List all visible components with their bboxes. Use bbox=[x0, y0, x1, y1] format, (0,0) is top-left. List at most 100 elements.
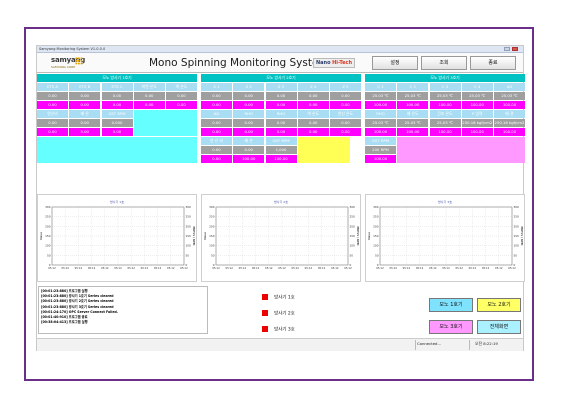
setpoint-value: 0.00 bbox=[330, 128, 361, 136]
search-button[interactable]: 조회 bbox=[421, 56, 467, 70]
settings-button[interactable]: 설정 bbox=[372, 56, 418, 70]
column-header: 배 온 bbox=[69, 110, 101, 118]
x-tick-label: 05:12 bbox=[416, 266, 424, 270]
chart-title: 방사기 1호 bbox=[110, 200, 124, 204]
reading-value: 25.03 ℃ bbox=[397, 92, 429, 100]
column-header: 건조 온도 bbox=[429, 110, 461, 118]
y-tick-label: 200 bbox=[514, 224, 520, 228]
y-tick-label: 300 bbox=[373, 205, 379, 209]
x-tick-label: 05:12 bbox=[442, 266, 450, 270]
reading-value: 0.00 bbox=[233, 146, 265, 154]
panel-title: 모노 방사기 2호기 bbox=[201, 74, 361, 82]
setpoint-value: 100.00 bbox=[365, 101, 396, 109]
reading-value: 0.00 bbox=[133, 92, 165, 100]
app-title: Mono Spinning Monitoring System bbox=[149, 57, 329, 69]
y-tick-label: 250 bbox=[514, 215, 520, 219]
y-tick-label: 250 bbox=[209, 215, 215, 219]
status-area-pink bbox=[397, 137, 525, 163]
setpoint-value: 0.00 bbox=[37, 128, 68, 136]
x-tick-label: 05:12 bbox=[305, 266, 313, 270]
column-header: Z 2 bbox=[233, 83, 265, 91]
column-header: 배 온도 bbox=[397, 110, 429, 118]
reading-value: 0.00 bbox=[69, 92, 101, 100]
alarm-indicator-icon bbox=[262, 310, 268, 316]
column-header: C 4 bbox=[461, 83, 493, 91]
status-spinner-1: 방사기 1호 bbox=[262, 294, 295, 304]
connection-status: Connected... bbox=[417, 341, 442, 346]
x-tick-label: 05:12 bbox=[154, 266, 162, 270]
alarm-indicator-icon bbox=[262, 326, 268, 332]
column-header: C 1 bbox=[365, 83, 396, 91]
setpoint-value: 100.00 bbox=[365, 128, 396, 136]
column-header: AD bbox=[494, 83, 525, 91]
reading-value: 0.00 bbox=[201, 92, 232, 100]
status-area-yellow bbox=[297, 137, 351, 163]
window-titlebar: Samyang Monitoring System V1.0.0.0 bbox=[37, 46, 523, 53]
column-header: 배 관 bbox=[494, 110, 525, 118]
mono-3-button[interactable]: 모노 3호기 bbox=[429, 320, 473, 334]
column-header: 미연 온도 bbox=[133, 83, 165, 91]
y-tick-label: 250 bbox=[350, 215, 356, 219]
mono-2-button[interactable]: 모노 2호기 bbox=[477, 298, 521, 312]
setpoint-value: 0.00 bbox=[233, 128, 265, 136]
fullscreen-button[interactable]: 전체화면 bbox=[477, 320, 521, 334]
logo-dots-icon bbox=[75, 57, 83, 65]
column-header: ETS B bbox=[69, 83, 101, 91]
exit-button[interactable]: 종료 bbox=[470, 56, 516, 70]
y2-axis-label: PRESS / RPM bbox=[356, 227, 360, 246]
y-tick-label: 50 bbox=[186, 253, 190, 257]
app-window: Samyang Monitoring System V1.0.0.0 samya… bbox=[36, 45, 525, 351]
setpoint-value: 0.00 bbox=[201, 128, 232, 136]
x-tick-label: 05:12 bbox=[127, 266, 135, 270]
y-tick-label: 300 bbox=[186, 205, 192, 209]
reading-value: 0.00 bbox=[297, 119, 329, 127]
samyang-logo: samyang SAMYANG CORP bbox=[51, 56, 86, 69]
reading-value: 0.00 bbox=[201, 146, 232, 154]
column-header: AD bbox=[201, 110, 232, 118]
column-header: Z 4 bbox=[297, 83, 329, 91]
nano-hitech-badge: Nano Hi-Tech bbox=[313, 58, 355, 68]
chart-title: 방사기 3호 bbox=[438, 200, 452, 204]
x-tick-label: 05:12 bbox=[389, 266, 397, 270]
y-tick-label: 300 bbox=[350, 205, 356, 209]
y-tick-label: 50 bbox=[47, 253, 51, 257]
mono-1-button[interactable]: 모노 1호기 bbox=[429, 298, 473, 312]
x-tick-label: 05:12 bbox=[167, 266, 175, 270]
x-tick-label: 05:12 bbox=[48, 266, 56, 270]
reading-value: 25.03 ℃ bbox=[365, 92, 396, 100]
close-icon[interactable] bbox=[512, 47, 518, 51]
reading-value: 250.16 kgf/cm2 bbox=[461, 119, 493, 127]
y-axis-label: Value bbox=[367, 232, 371, 240]
column-header: RHO bbox=[265, 110, 297, 118]
chart-spinner-3: 300 300 250 250 200 200 150 150 100 100 50 50 0 0 05:1… bbox=[365, 194, 525, 282]
x-tick-label: 05:12 bbox=[344, 266, 352, 270]
y-tick-label: 200 bbox=[373, 224, 379, 228]
minimize-icon[interactable] bbox=[504, 47, 510, 51]
app-header: samyang SAMYANG CORP Mono Spinning Monit… bbox=[37, 53, 523, 73]
column-header: 액 온도 bbox=[297, 110, 329, 118]
column-header: RHO bbox=[365, 110, 396, 118]
reading-value: 250.16 kgf/cm2 bbox=[494, 119, 525, 127]
y-tick-label: 300 bbox=[514, 205, 520, 209]
x-tick-label: 05:12 bbox=[331, 266, 339, 270]
log-line: [00:38:04:413] 프로그램 실행 bbox=[41, 320, 88, 325]
x-tick-label: 05:12 bbox=[114, 266, 122, 270]
y-tick-label: 50 bbox=[514, 253, 518, 257]
setpoint-value: 0.00 bbox=[201, 155, 232, 163]
setpoint-value: 0.00 bbox=[101, 101, 133, 109]
x-tick-label: 05:12 bbox=[212, 266, 220, 270]
reading-value: 0.00 bbox=[166, 92, 197, 100]
setpoint-value: 100.00 bbox=[494, 101, 525, 109]
status-area-cyan bbox=[37, 137, 197, 163]
column-header: C 2 bbox=[397, 83, 429, 91]
event-log[interactable]: [00:01:23:880] 프로그램 실행 [00:01:23:880] 방사… bbox=[38, 286, 208, 334]
y-tick-label: 100 bbox=[209, 244, 215, 248]
y-tick-label: 250 bbox=[186, 215, 192, 219]
reading-value: 0.00 bbox=[69, 119, 101, 127]
y-axis-label: Value bbox=[39, 232, 43, 240]
reading-value: 0.00 bbox=[37, 119, 68, 127]
x-tick-label: 05:12 bbox=[252, 266, 260, 270]
reading-value: 25.03 ℃ bbox=[365, 119, 396, 127]
y-tick-label: 50 bbox=[375, 253, 379, 257]
y-tick-label: 300 bbox=[209, 205, 215, 209]
